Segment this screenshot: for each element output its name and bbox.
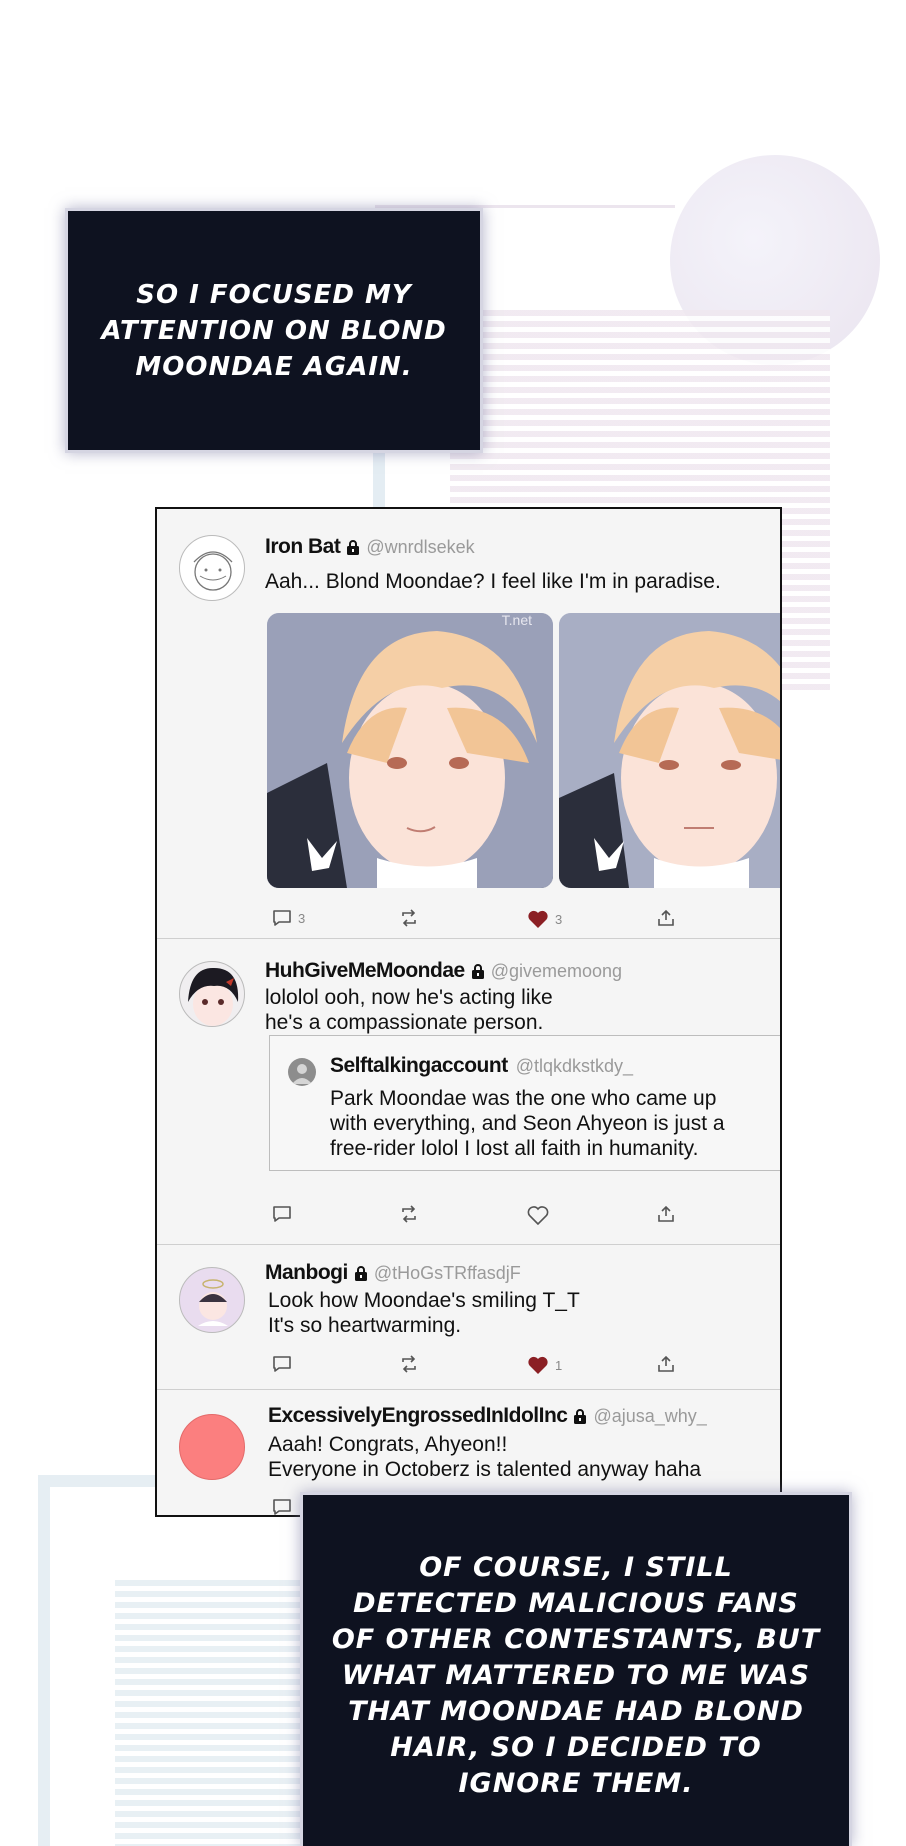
social-feed: Iron Bat @wnrdlsekek Aah... Blond Moonda… [155, 507, 782, 1517]
sketch-avatar-icon [193, 551, 233, 591]
bg-stripes-bottom [115, 1580, 315, 1846]
image-watermark: T.net [502, 613, 532, 628]
lock-icon [347, 539, 360, 555]
quote-text: Park Moondae was the one who came up wit… [330, 1087, 725, 1160]
repost-button[interactable] [399, 1355, 419, 1373]
share-button[interactable] [657, 1205, 675, 1223]
reply-button[interactable]: 3 [272, 909, 305, 927]
reply-count: 3 [298, 910, 306, 926]
like-button[interactable] [527, 1205, 549, 1225]
feed-post: Manbogi @tHoGsTRffasdjF Look how Moondae… [157, 1245, 780, 1390]
avatar[interactable] [179, 1267, 245, 1333]
lock-icon [354, 1265, 367, 1281]
avatar[interactable] [179, 961, 245, 1027]
share-button[interactable] [657, 909, 675, 927]
heart-icon [528, 1356, 548, 1374]
heart-icon [527, 1206, 549, 1225]
post-image[interactable]: T.net [267, 613, 553, 888]
share-button[interactable] [657, 1355, 675, 1373]
quote-username[interactable]: Selftalkingaccount [330, 1054, 508, 1078]
repost-button[interactable] [399, 1205, 419, 1223]
heart-icon [528, 910, 548, 928]
reply-icon [273, 1206, 291, 1222]
reply-button[interactable] [272, 1355, 292, 1373]
repost-icon [402, 909, 416, 927]
handle[interactable]: @ajusa_why_ [593, 1406, 706, 1427]
post-text: Aah... Blond Moondae? I feel like I'm in… [265, 570, 721, 593]
like-count: 3 [555, 911, 563, 927]
post-header: Manbogi @tHoGsTRffasdjF [265, 1261, 521, 1285]
post-images: T.net [267, 613, 780, 888]
narration-box-bottom: OF COURSE, I STILL DETECTED MALICIOUS FA… [300, 1492, 852, 1846]
quote-avatar [288, 1058, 316, 1086]
post-header: ExcessivelyEngrossedInIdolInc @ajusa_why… [268, 1404, 707, 1428]
post-actions [157, 1205, 780, 1233]
share-icon [658, 909, 674, 926]
username[interactable]: Manbogi [265, 1261, 348, 1285]
post-header: Iron Bat @wnrdlsekek [265, 535, 475, 559]
repost-button[interactable] [399, 909, 419, 927]
username[interactable]: ExcessivelyEngrossedInIdolInc [268, 1404, 568, 1428]
post-text: lololol ooh, now he's acting like he's a… [265, 986, 553, 1034]
feed-post: HuhGiveMeMoondae @givememoong lololol oo… [157, 939, 780, 1245]
blond-character-image: T.net [267, 613, 553, 888]
share-icon [658, 1205, 674, 1222]
narration-box-top: SO I FOCUSED MY ATTENTION ON BLOND MOOND… [65, 208, 483, 453]
like-button[interactable]: 1 [527, 1355, 562, 1375]
like-button[interactable]: 3 [527, 909, 562, 929]
feed-post: Iron Bat @wnrdlsekek Aah... Blond Moonda… [157, 509, 780, 939]
share-icon [658, 1355, 674, 1372]
post-text: Look how Moondae's smiling T_T It's so h… [268, 1289, 580, 1337]
username[interactable]: Iron Bat [265, 535, 341, 559]
post-header: HuhGiveMeMoondae @givememoong [265, 959, 622, 983]
reply-icon [273, 1356, 291, 1372]
quote-handle[interactable]: @tlqkdkstkdy_ [516, 1056, 633, 1077]
like-count: 1 [555, 1357, 563, 1373]
lock-icon [471, 963, 484, 979]
handle[interactable]: @wnrdlsekek [366, 537, 474, 558]
chibi-avatar-icon [198, 1279, 228, 1326]
avatar[interactable] [179, 1414, 245, 1480]
reply-button[interactable] [272, 1205, 292, 1223]
quote-header: Selftalkingaccount @tlqkdkstkdy_ [330, 1054, 633, 1078]
post-actions: 3 3 [157, 909, 780, 937]
lock-icon [574, 1408, 587, 1424]
reply-button[interactable] [272, 1498, 292, 1515]
avatar[interactable] [179, 535, 245, 601]
username[interactable]: HuhGiveMeMoondae [265, 959, 465, 983]
default-user-icon [292, 1064, 312, 1084]
handle[interactable]: @givememoong [491, 961, 622, 982]
post-actions: 1 [157, 1355, 780, 1383]
blond-character-image [559, 613, 780, 888]
post-image[interactable] [559, 613, 780, 888]
quoted-post[interactable]: Selftalkingaccount @tlqkdkstkdy_ Park Mo… [269, 1035, 780, 1171]
repost-icon [402, 1355, 416, 1373]
post-text: Aaah! Congrats, Ahyeon!! Everyone in Oct… [268, 1433, 702, 1481]
reply-icon [273, 910, 291, 926]
dark-hair-avatar-icon [188, 967, 239, 1026]
handle[interactable]: @tHoGsTRffasdjF [374, 1263, 521, 1284]
reply-icon [273, 1499, 291, 1515]
repost-icon [402, 1205, 416, 1223]
